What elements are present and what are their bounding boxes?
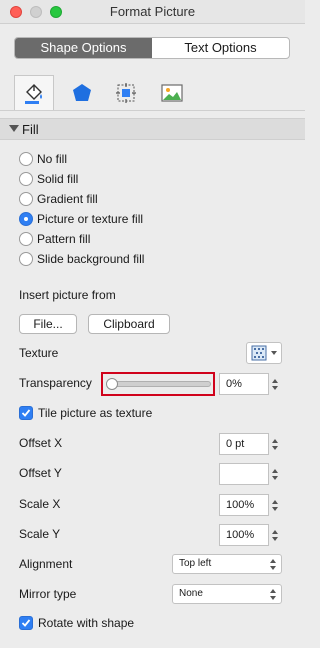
offset-y-stepper[interactable]	[269, 463, 281, 485]
scale-y-stepper[interactable]	[269, 524, 281, 546]
radio-button[interactable]	[19, 172, 33, 186]
rotate-checkbox-row[interactable]: Rotate with shape	[19, 614, 134, 632]
alignment-select[interactable]: Top left	[172, 554, 282, 574]
fill-line-tab[interactable]	[14, 75, 54, 111]
scale-x-input[interactable]: 100%	[219, 494, 269, 516]
radio-label: Gradient fill	[37, 192, 98, 206]
stepper-up-icon[interactable]	[272, 468, 278, 473]
rotate-checkbox-label: Rotate with shape	[38, 616, 135, 630]
stepper-down-icon[interactable]	[272, 506, 278, 511]
radio-label: No fill	[37, 152, 68, 166]
clipboard-button[interactable]: Clipboard	[88, 314, 170, 334]
transparency-input[interactable]: 0%	[219, 373, 269, 395]
fill-section-label: Fill	[22, 122, 39, 137]
effects-tab[interactable]	[62, 76, 102, 110]
radio-button[interactable]	[19, 192, 33, 206]
tile-checkbox-label: Tile picture as texture	[38, 406, 153, 420]
stepper-up-icon[interactable]	[272, 378, 278, 383]
stepper-up-icon[interactable]	[272, 499, 278, 504]
transparency-stepper[interactable]	[269, 373, 281, 395]
stepper-up-icon[interactable]	[272, 529, 278, 534]
radio-label: Picture or texture fill	[37, 212, 144, 226]
mirror-type-select[interactable]: None	[172, 584, 282, 604]
radio-pattern-fill[interactable]: Pattern fill	[19, 230, 90, 248]
alignment-label: Alignment	[19, 557, 73, 571]
stepper-up-icon[interactable]	[272, 438, 278, 443]
checkmark-icon	[21, 409, 31, 417]
checkmark-icon	[21, 619, 31, 627]
picture-tab[interactable]	[152, 76, 192, 110]
insert-picture-label: Insert picture from	[19, 288, 116, 302]
radio-button-selected[interactable]	[19, 212, 33, 226]
offset-y-label: Offset Y	[19, 466, 62, 480]
paint-bucket-icon	[25, 83, 42, 104]
stepper-down-icon[interactable]	[272, 536, 278, 541]
text-options-tab[interactable]: Text Options	[152, 38, 289, 58]
texture-label: Texture	[19, 346, 59, 360]
select-arrows-icon	[267, 584, 279, 604]
offset-x-stepper[interactable]	[269, 433, 281, 455]
mirror-type-label: Mirror type	[19, 587, 77, 601]
radio-label: Slide background fill	[37, 252, 145, 266]
scale-y-label: Scale Y	[19, 527, 61, 541]
transparency-label: Transparency	[19, 376, 92, 390]
stepper-down-icon[interactable]	[272, 445, 278, 450]
texture-picker[interactable]	[246, 342, 282, 364]
radio-no-fill[interactable]: No fill	[19, 150, 67, 168]
window-title: Format Picture	[109, 4, 196, 19]
disclosure-triangle-icon[interactable]	[9, 125, 19, 132]
rotate-checkbox[interactable]	[19, 616, 33, 630]
file-button[interactable]: File...	[19, 314, 77, 334]
radio-button[interactable]	[19, 152, 33, 166]
radio-solid-fill[interactable]: Solid fill	[19, 170, 78, 188]
radio-slide-background-fill[interactable]: Slide background fill	[19, 250, 144, 268]
scale-x-stepper[interactable]	[269, 494, 281, 516]
size-properties-icon	[116, 83, 136, 103]
radio-picture-texture-fill[interactable]: Picture or texture fill	[19, 210, 143, 228]
pentagon-icon	[73, 84, 91, 101]
offset-x-input[interactable]: 0 pt	[219, 433, 269, 455]
scale-y-input[interactable]: 100%	[219, 524, 269, 546]
offset-x-label: Offset X	[19, 436, 63, 450]
size-properties-tab[interactable]	[106, 76, 146, 110]
radio-gradient-fill[interactable]: Gradient fill	[19, 190, 98, 208]
scale-x-label: Scale X	[19, 497, 61, 511]
picture-icon	[161, 84, 183, 102]
radio-button[interactable]	[19, 232, 33, 246]
tabs-divider	[0, 110, 305, 111]
texture-swatch-icon	[251, 345, 267, 361]
tile-checkbox[interactable]	[19, 406, 33, 420]
transparency-slider-thumb[interactable]	[106, 378, 118, 390]
radio-label: Pattern fill	[37, 232, 91, 246]
tile-checkbox-row[interactable]: Tile picture as texture	[19, 404, 152, 422]
radio-label: Solid fill	[37, 172, 79, 186]
alignment-value: Top left	[179, 558, 212, 569]
shape-options-tab[interactable]: Shape Options	[15, 38, 152, 58]
offset-y-input[interactable]	[219, 463, 269, 485]
chevron-down-icon	[271, 351, 277, 355]
mirror-type-value: None	[179, 588, 203, 599]
options-segmented-control: Shape Options Text Options	[14, 37, 290, 59]
fill-section-header[interactable]: Fill	[0, 118, 305, 140]
stepper-down-icon[interactable]	[272, 385, 278, 390]
select-arrows-icon	[267, 554, 279, 574]
stepper-down-icon[interactable]	[272, 475, 278, 480]
transparency-slider-track[interactable]	[107, 381, 211, 387]
radio-button[interactable]	[19, 252, 33, 266]
